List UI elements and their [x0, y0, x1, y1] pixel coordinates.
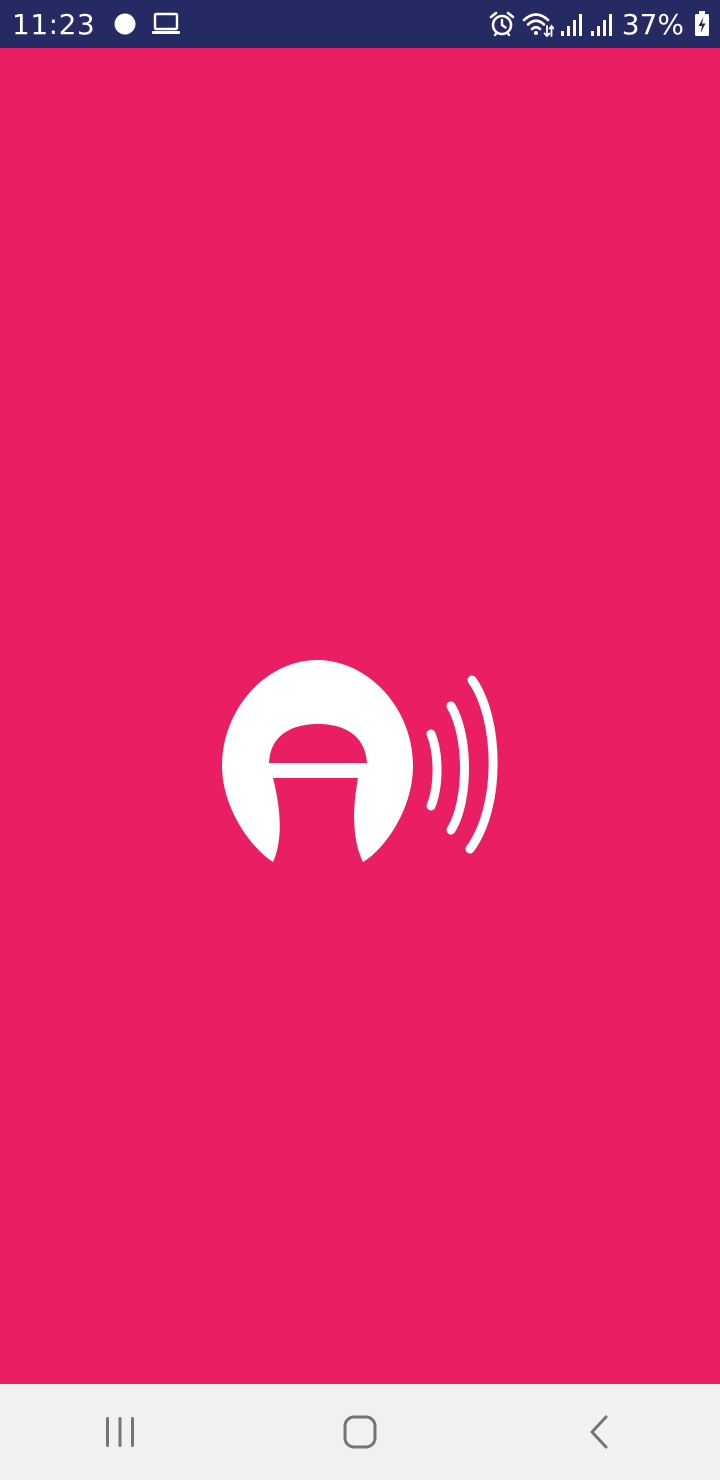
circle-notification-icon — [113, 12, 137, 36]
status-bar-right: 37% — [482, 8, 710, 41]
signal-2-icon — [590, 10, 614, 38]
home-icon — [343, 1415, 377, 1449]
app-logo-icon — [222, 660, 498, 862]
status-time: 11:23 — [12, 7, 96, 41]
signal-1-icon — [560, 10, 584, 38]
recent-apps-button[interactable] — [60, 1392, 180, 1472]
navigation-bar — [0, 1384, 720, 1480]
wifi-icon — [522, 10, 554, 38]
recent-apps-icon — [106, 1417, 134, 1447]
alarm-icon — [488, 10, 516, 38]
status-bar-left: 11:23 — [12, 8, 195, 41]
battery-charging-icon — [694, 10, 710, 38]
battery-percent: 37% — [621, 7, 684, 41]
home-button[interactable] — [300, 1392, 420, 1472]
splash-screen — [0, 48, 720, 1384]
status-bar: 11:23 37% — [0, 0, 720, 48]
back-icon — [590, 1415, 608, 1449]
back-button[interactable] — [540, 1392, 660, 1472]
laptop-icon — [151, 12, 181, 36]
